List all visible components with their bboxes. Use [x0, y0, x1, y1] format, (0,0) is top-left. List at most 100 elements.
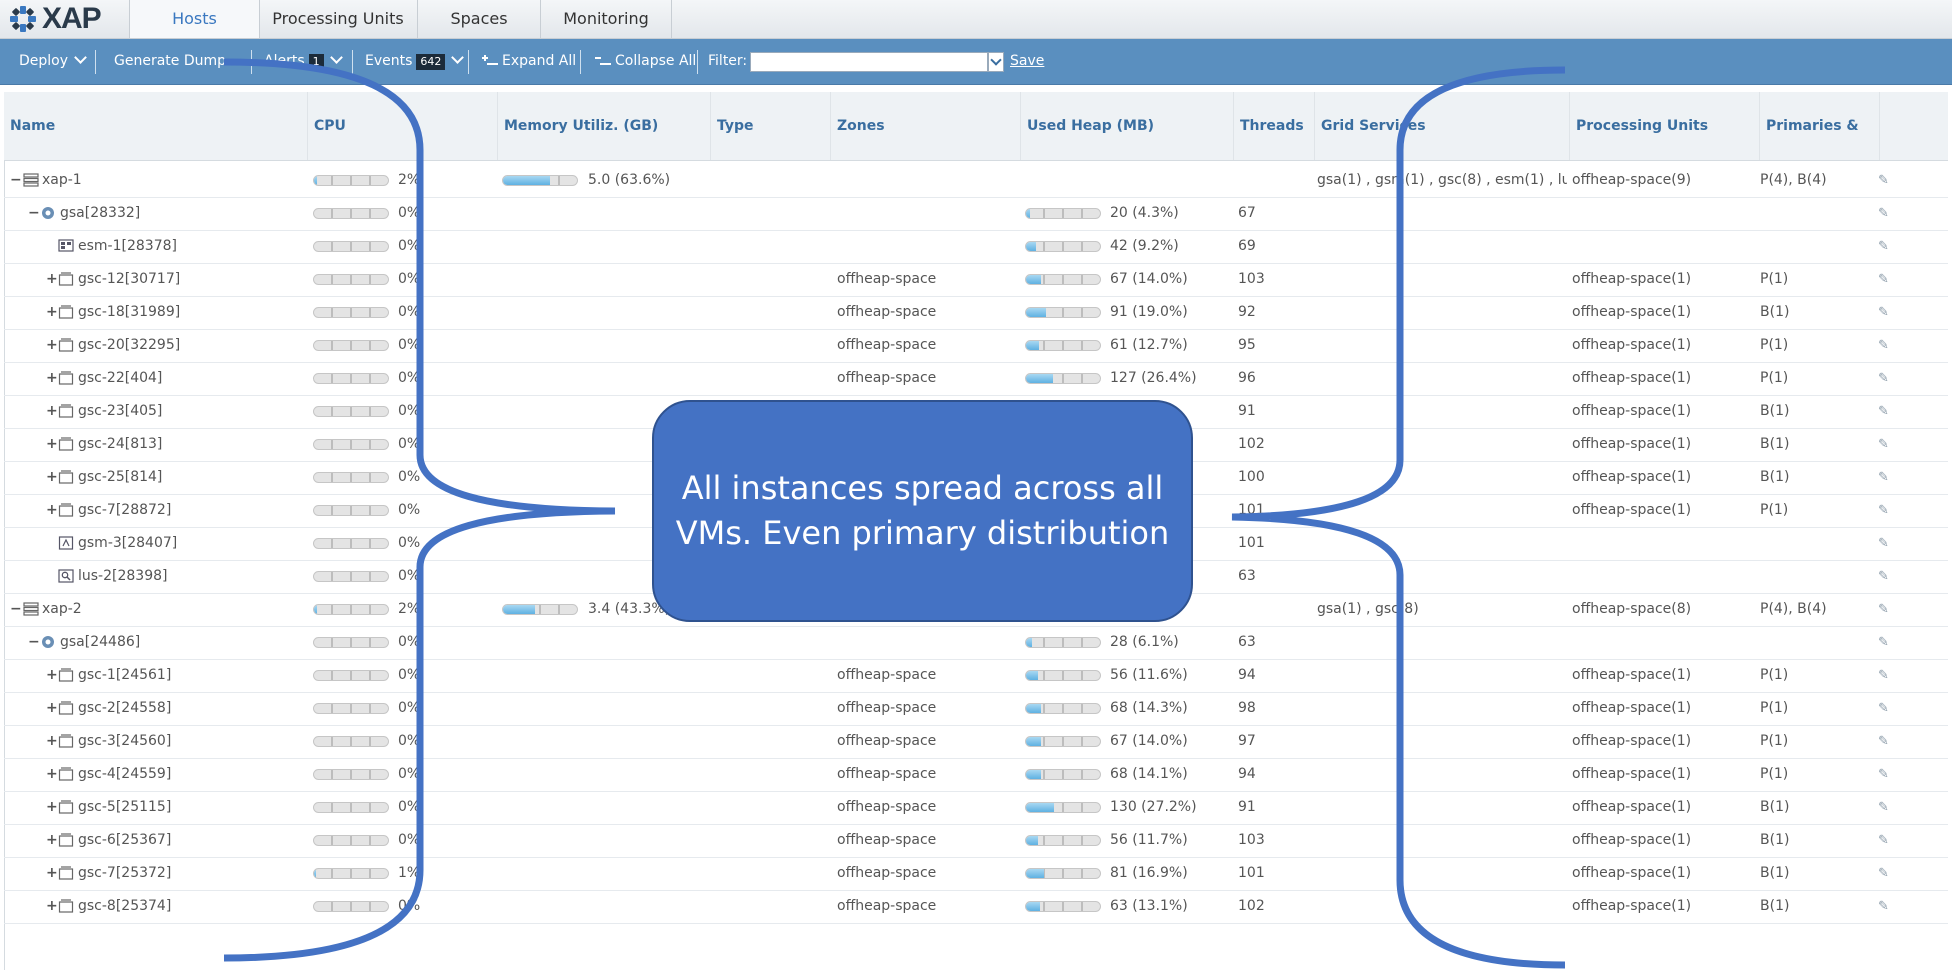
column-header-primaries[interactable]: Primaries &: [1760, 92, 1880, 160]
table-row[interactable]: + gsc-1[24561] 0% offheap-space 56 (11.6%) 94…: [4, 659, 1948, 693]
table-row[interactable]: + gsc-12[30717] 0% offheap-space 67 (14.0%) 1…: [4, 263, 1948, 297]
xap-logo[interactable]: XAP: [8, 2, 102, 36]
column-header-threads[interactable]: Threads: [1234, 92, 1315, 160]
row-action-icon[interactable]: ✎: [1878, 230, 1889, 263]
column-header-memory[interactable]: Memory Utiliz. (GB): [498, 92, 711, 160]
collapse-all-button[interactable]: Collapse All: [594, 39, 696, 84]
row-name[interactable]: xap-2: [42, 593, 82, 626]
table-row[interactable]: + gsc-5[25115] 0% offheap-space 130 (27.2%) 9…: [4, 791, 1948, 825]
table-row[interactable]: − gsa[24486] 0% 28 (6.1%) 63 ✎: [4, 626, 1948, 660]
table-row[interactable]: + gsc-2[24558] 0% offheap-space 68 (14.3%) 98…: [4, 692, 1948, 726]
row-action-icon[interactable]: ✎: [1878, 593, 1889, 626]
tab-hosts[interactable]: Hosts: [129, 0, 260, 38]
row-name[interactable]: gsc-6[25367]: [78, 824, 171, 857]
table-row[interactable]: + gsc-8[25374] 0% offheap-space 63 (13.1%) 10…: [4, 890, 1948, 924]
expand-toggle-icon[interactable]: +: [46, 857, 58, 890]
save-link[interactable]: Save: [1010, 39, 1044, 84]
expand-toggle-icon[interactable]: +: [46, 692, 58, 725]
expand-all-button[interactable]: Expand All: [481, 39, 576, 84]
filter-dropdown-chevron-icon[interactable]: [988, 52, 1004, 72]
table-row[interactable]: − gsa[28332] 0% 20 (4.3%) 67 ✎: [4, 197, 1948, 231]
expand-toggle-icon[interactable]: +: [46, 263, 58, 296]
row-action-icon[interactable]: ✎: [1878, 692, 1889, 725]
table-row[interactable]: + gsc-22[404] 0% offheap-space 127 (26.4%) 96…: [4, 362, 1948, 396]
row-action-icon[interactable]: ✎: [1878, 329, 1889, 362]
row-action-icon[interactable]: ✎: [1878, 659, 1889, 692]
row-action-icon[interactable]: ✎: [1878, 164, 1889, 197]
column-header-type[interactable]: Type: [711, 92, 831, 160]
column-header-cpu[interactable]: CPU: [308, 92, 498, 160]
table-row[interactable]: + gsc-4[24559] 0% offheap-space 68 (14.1%) 94…: [4, 758, 1948, 792]
row-name[interactable]: gsc-8[25374]: [78, 890, 171, 923]
expand-toggle-icon[interactable]: +: [46, 494, 58, 527]
row-name[interactable]: gsc-24[813]: [78, 428, 162, 461]
row-action-icon[interactable]: ✎: [1878, 857, 1889, 890]
row-action-icon[interactable]: ✎: [1878, 362, 1889, 395]
table-row[interactable]: + gsc-20[32295] 0% offheap-space 61 (12.7%) 9…: [4, 329, 1948, 363]
expand-toggle-icon[interactable]: +: [46, 296, 58, 329]
expand-toggle-icon[interactable]: +: [46, 395, 58, 428]
row-action-icon[interactable]: ✎: [1878, 494, 1889, 527]
expand-toggle-icon[interactable]: +: [46, 659, 58, 692]
row-action-icon[interactable]: ✎: [1878, 758, 1889, 791]
deploy-button[interactable]: Deploy: [19, 39, 87, 84]
column-header-used-heap[interactable]: Used Heap (MB): [1021, 92, 1234, 160]
expand-toggle-icon[interactable]: +: [46, 791, 58, 824]
row-name[interactable]: esm-1[28378]: [78, 230, 177, 263]
row-action-icon[interactable]: ✎: [1878, 263, 1889, 296]
expand-toggle-icon[interactable]: +: [46, 758, 58, 791]
expand-toggle-icon[interactable]: +: [46, 824, 58, 857]
row-name[interactable]: gsc-7[25372]: [78, 857, 171, 890]
row-action-icon[interactable]: ✎: [1878, 461, 1889, 494]
row-action-icon[interactable]: ✎: [1878, 395, 1889, 428]
table-row[interactable]: + gsc-18[31989] 0% offheap-space 91 (19.0%) 9…: [4, 296, 1948, 330]
table-row[interactable]: + gsc-3[24560] 0% offheap-space 67 (14.0%) 97…: [4, 725, 1948, 759]
column-header-grid-services[interactable]: Grid Services: [1315, 92, 1570, 160]
collapse-toggle-icon[interactable]: −: [10, 593, 22, 626]
table-row[interactable]: + gsc-6[25367] 0% offheap-space 56 (11.7%) 10…: [4, 824, 1948, 858]
row-name[interactable]: gsc-18[31989]: [78, 296, 180, 329]
column-header-zones[interactable]: Zones: [831, 92, 1021, 160]
row-name[interactable]: gsc-20[32295]: [78, 329, 180, 362]
row-action-icon[interactable]: ✎: [1878, 197, 1889, 230]
table-row[interactable]: + gsc-7[25372] 1% offheap-space 81 (16.9%) 10…: [4, 857, 1948, 891]
row-name[interactable]: gsm-3[28407]: [78, 527, 177, 560]
row-name[interactable]: xap-1: [42, 164, 82, 197]
expand-toggle-icon[interactable]: +: [46, 428, 58, 461]
expand-toggle-icon[interactable]: +: [46, 725, 58, 758]
row-action-icon[interactable]: ✎: [1878, 791, 1889, 824]
row-action-icon[interactable]: ✎: [1878, 626, 1889, 659]
generate-dump-button[interactable]: Generate Dump: [114, 39, 226, 84]
events-button[interactable]: Events 642: [365, 39, 465, 84]
row-name[interactable]: gsc-3[24560]: [78, 725, 171, 758]
row-name[interactable]: gsc-4[24559]: [78, 758, 171, 791]
collapse-toggle-icon[interactable]: −: [28, 197, 40, 230]
row-name[interactable]: gsc-12[30717]: [78, 263, 180, 296]
row-name[interactable]: gsc-22[404]: [78, 362, 162, 395]
row-name[interactable]: lus-2[28398]: [78, 560, 167, 593]
expand-toggle-icon[interactable]: +: [46, 329, 58, 362]
row-action-icon[interactable]: ✎: [1878, 890, 1889, 923]
row-name[interactable]: gsc-1[24561]: [78, 659, 171, 692]
table-row[interactable]: − xap-1 2% 5.0 (63.6%) gsa(1) , gsm(1) , gsc…: [4, 164, 1948, 198]
table-row[interactable]: esm-1[28378] 0% 42 (9.2%) 69 ✎: [4, 230, 1948, 264]
column-header-processing-units[interactable]: Processing Units: [1570, 92, 1760, 160]
collapse-toggle-icon[interactable]: −: [10, 164, 22, 197]
expand-toggle-icon[interactable]: +: [46, 461, 58, 494]
row-name[interactable]: gsc-2[24558]: [78, 692, 171, 725]
expand-toggle-icon[interactable]: +: [46, 362, 58, 395]
tab-processing-units[interactable]: Processing Units: [259, 0, 418, 38]
column-header-name[interactable]: Name: [4, 92, 308, 160]
row-action-icon[interactable]: ✎: [1878, 725, 1889, 758]
alerts-button[interactable]: Alerts 1: [264, 39, 343, 84]
row-name[interactable]: gsc-25[814]: [78, 461, 162, 494]
tab-spaces[interactable]: Spaces: [418, 0, 541, 38]
tab-monitoring[interactable]: Monitoring: [541, 0, 672, 38]
expand-toggle-icon[interactable]: +: [46, 890, 58, 923]
row-action-icon[interactable]: ✎: [1878, 824, 1889, 857]
collapse-toggle-icon[interactable]: −: [28, 626, 40, 659]
filter-input[interactable]: [750, 52, 988, 72]
row-name[interactable]: gsa[24486]: [60, 626, 140, 659]
row-action-icon[interactable]: ✎: [1878, 527, 1889, 560]
row-name[interactable]: gsc-23[405]: [78, 395, 162, 428]
